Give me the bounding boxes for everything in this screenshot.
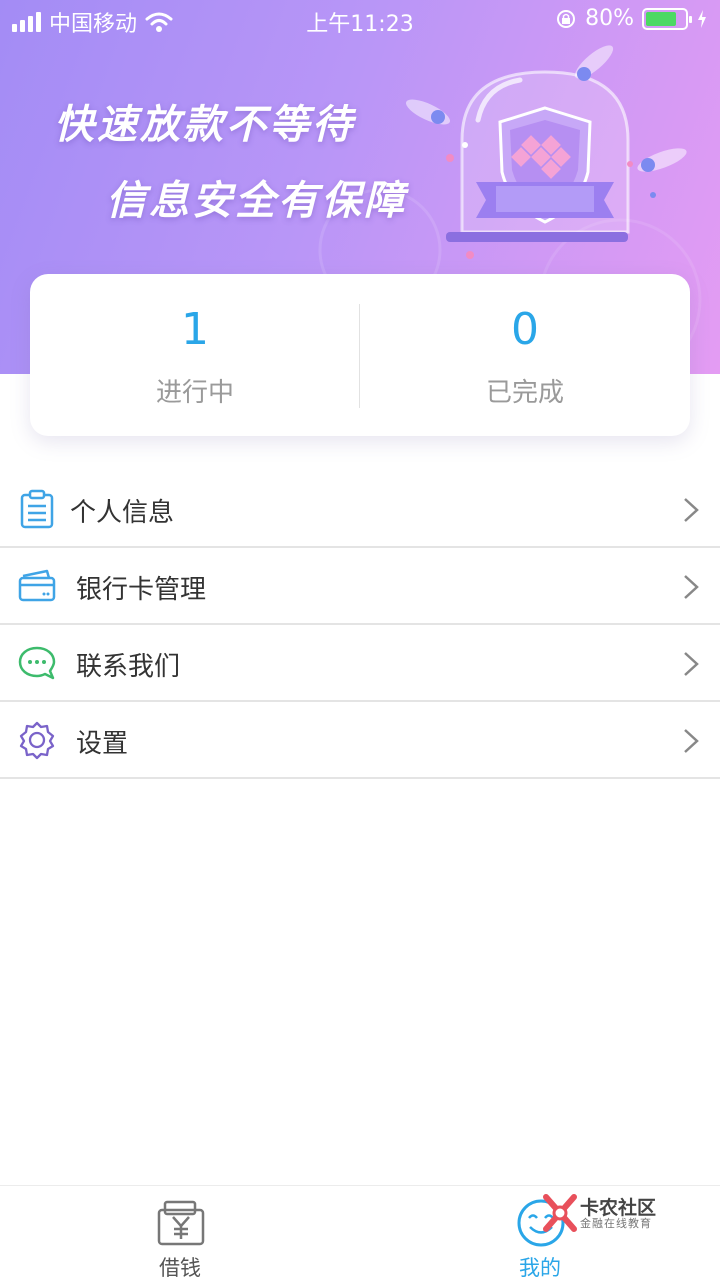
menu-label-contact-us: 联系我们 [76,652,181,682]
rotation-lock-icon [557,9,576,28]
gear-icon [19,721,55,760]
status-right: 80% [555,6,708,31]
status-bar: 中国移动 上午11:23 80% [0,0,720,40]
stat-in-progress-value: 1 [181,304,209,355]
watermark: 卡农社区 金融在线教育 [542,1193,672,1235]
bank-card-icon [18,569,56,602]
chevron-right-icon [684,498,699,522]
watermark-logo-icon [543,1194,577,1232]
menu-item-contact-us[interactable]: 联系我们 [0,625,720,702]
tab-borrow[interactable]: 借钱 [80,1186,280,1280]
chevron-right-icon [684,652,699,676]
menu-label-bank-cards: 银行卡管理 [76,575,207,605]
wallet-yen-icon [157,1200,205,1246]
stat-in-progress[interactable]: 1 进行中 [30,274,360,436]
menu-item-settings[interactable]: 设置 [0,702,720,779]
menu-label-settings: 设置 [76,729,129,759]
banner-slogan-line1: 快速放款不等待 [54,102,355,148]
chevron-right-icon [684,729,699,753]
profile-menu: 个人信息 银行卡管理 联系我们 设置 [0,471,720,779]
charging-bolt-icon [698,9,706,28]
banner-slogan-line2: 信息安全有保障 [106,178,407,224]
order-stats-card: 1 进行中 0 已完成 [30,274,690,436]
stat-in-progress-label: 进行中 [155,378,234,408]
stat-completed-label: 已完成 [485,378,564,408]
chat-bubble-icon [18,646,56,680]
tab-borrow-label: 借钱 [159,1256,201,1280]
menu-item-bank-cards[interactable]: 银行卡管理 [0,548,720,625]
clipboard-icon [20,489,54,529]
battery-percent: 80% [585,6,634,31]
menu-item-personal-info[interactable]: 个人信息 [0,471,720,548]
menu-label-personal-info: 个人信息 [70,498,175,528]
battery-icon [642,7,692,30]
tab-mine-label: 我的 [519,1256,561,1280]
battery-level [646,11,677,26]
stat-completed-value: 0 [511,304,539,355]
chevron-right-icon [684,575,699,599]
watermark-subtitle: 金融在线教育 [580,1217,652,1230]
stat-completed[interactable]: 0 已完成 [360,274,690,436]
